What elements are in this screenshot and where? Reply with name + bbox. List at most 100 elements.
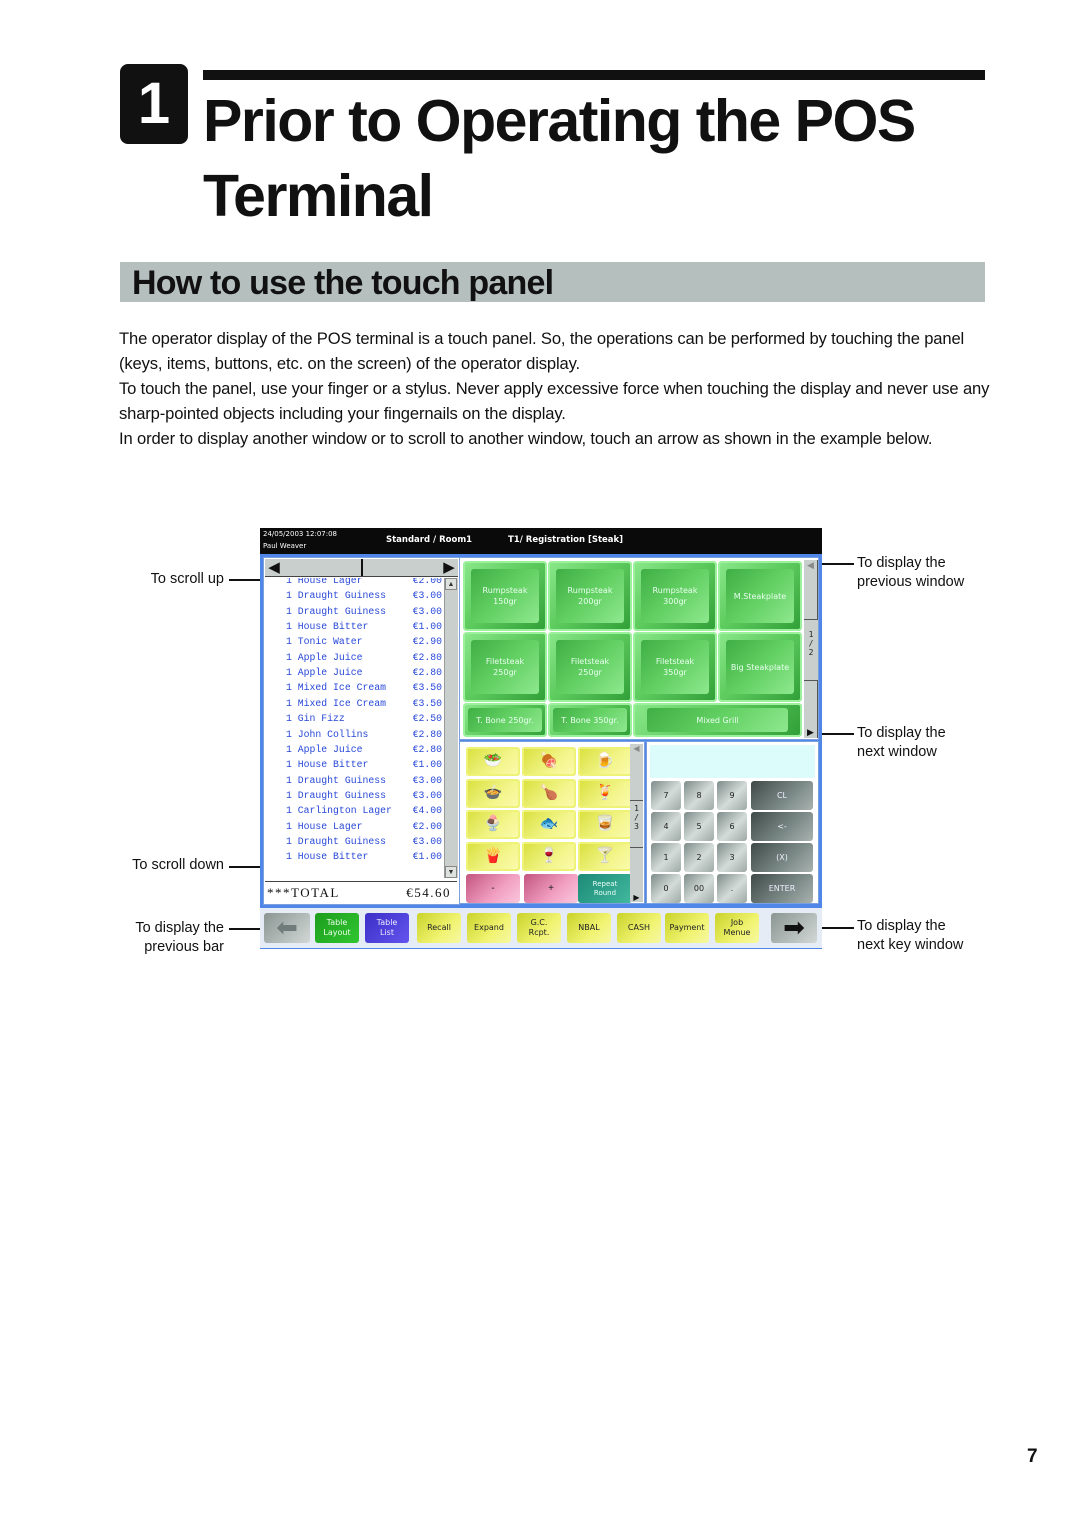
order-line[interactable]: 1 Carlington Lager €4.00 (286, 803, 442, 818)
callout-line: To display the (857, 918, 946, 934)
order-line[interactable]: 1 House Bitter €1.00 (286, 619, 442, 634)
icon-key[interactable]: 🍟 (466, 841, 520, 871)
numpad-function-key[interactable]: (X) (751, 843, 813, 872)
scroll-up-icon[interactable]: ▲ (445, 578, 457, 590)
numpad-key[interactable]: 00 (684, 874, 714, 903)
numpad-key[interactable]: 8 (684, 781, 714, 810)
item-key[interactable]: Big Steakplate (718, 632, 802, 702)
function-key[interactable]: Job Menue (715, 913, 759, 943)
order-line[interactable]: 1 Mixed Ice Cream €3.50 (286, 696, 442, 711)
order-line[interactable]: 1 Mixed Ice Cream €3.50 (286, 680, 442, 695)
pager-sep: / (634, 813, 639, 822)
order-line-item: Draught Guiness (297, 789, 386, 801)
icon-key[interactable]: 🥃 (578, 810, 632, 839)
order-vertical-scrollbar[interactable]: ▲ ▼ (444, 578, 458, 878)
order-line[interactable]: 1 House Lager €2.00 (286, 578, 442, 588)
previous-bar-button[interactable]: ⬅ (264, 913, 310, 943)
numpad-function-key[interactable]: ENTER (751, 874, 813, 903)
icon-key[interactable]: 🍖 (522, 747, 576, 776)
icon-key[interactable]: 🍹 (578, 778, 632, 808)
callout-scroll-up: To scroll up (150, 571, 224, 587)
function-key[interactable]: CASH (617, 913, 661, 943)
callout-previous-window: To display the previous window (857, 554, 997, 592)
order-line[interactable]: 1 Apple Juice €2.80 (286, 665, 442, 680)
order-line[interactable]: 1 Draught Guiness €3.00 (286, 834, 442, 849)
scroll-down-icon[interactable]: ▼ (445, 866, 457, 878)
function-key[interactable]: Payment (665, 913, 709, 943)
order-line[interactable]: 1 House Bitter €1.00 (286, 757, 442, 772)
item-key[interactable]: Mixed Grill (633, 703, 802, 737)
item-key[interactable]: M.Steakplate (718, 561, 802, 631)
next-window-button[interactable]: ▶ (804, 680, 818, 738)
order-line[interactable]: 1 Tonic Water €2.90 (286, 634, 442, 649)
icon-key[interactable]: 🐟 (522, 810, 576, 839)
numpad-key[interactable]: 0 (651, 874, 681, 903)
numpad-function-key[interactable]: CL (751, 781, 813, 810)
item-key[interactable]: Rumpsteak 150gr (463, 561, 547, 631)
order-line-item: Mixed Ice Cream (297, 682, 386, 694)
numpad-key[interactable]: 1 (651, 843, 681, 872)
order-line[interactable]: 1 Draught Guiness €3.00 (286, 788, 442, 803)
repeat-round-button[interactable]: Repeat Round (578, 874, 632, 903)
next-window-button[interactable]: ▶ (630, 847, 643, 902)
order-line[interactable]: 1 Apple Juice €2.80 (286, 742, 442, 757)
item-key[interactable]: Rumpsteak 300gr (633, 561, 717, 631)
numpad-key[interactable]: 4 (651, 812, 681, 841)
numpad-key[interactable]: 2 (684, 843, 714, 872)
order-line[interactable]: 1 House Bitter €1.00 (286, 849, 442, 864)
order-line[interactable]: 1 Draught Guiness €3.00 (286, 588, 442, 603)
previous-window-button[interactable]: ◀ (630, 744, 643, 801)
callout-line: To display the (857, 725, 946, 741)
numpad-key[interactable]: 6 (717, 812, 747, 841)
numpad-key[interactable]: . (717, 874, 747, 903)
order-line[interactable]: 1 John Collins €2.80 (286, 727, 442, 742)
function-key[interactable]: Table List (365, 913, 409, 943)
order-line[interactable]: 1 Draught Guiness €3.00 (286, 604, 442, 619)
item-key[interactable]: Rumpsteak 200gr (548, 561, 632, 631)
item-name: Big Steakplate (730, 662, 790, 672)
order-line-price: €4.00 (412, 805, 442, 817)
function-key[interactable]: Table Layout (315, 913, 359, 943)
item-key[interactable]: Filetsteak 250gr (463, 632, 547, 702)
minus-button[interactable]: - (466, 874, 520, 903)
order-line[interactable]: 1 Draught Guiness €3.00 (286, 773, 442, 788)
order-line[interactable]: 1 Gin Fizz €2.50 (286, 711, 442, 726)
item-name: Filetsteak (655, 657, 695, 666)
numpad-key[interactable]: 5 (684, 812, 714, 841)
icon-key[interactable]: 🥗 (466, 747, 520, 776)
icon-key[interactable]: 🍺 (578, 747, 632, 776)
item-key[interactable]: T. Bone 350gr. (548, 703, 632, 737)
function-key[interactable]: Expand (467, 913, 511, 943)
previous-window-button[interactable]: ◀ (804, 560, 818, 620)
numpad-key[interactable]: 7 (651, 781, 681, 810)
numpad-key[interactable]: 9 (717, 781, 747, 810)
item-key[interactable]: T. Bone 250gr. (463, 703, 547, 737)
item-key[interactable]: Filetsteak 250gr (548, 632, 632, 702)
plus-button[interactable]: + (524, 874, 578, 903)
numpad-function-key[interactable]: <- (751, 812, 813, 841)
scroll-right-icon[interactable]: ▶ (440, 559, 458, 576)
scroll-left-icon[interactable]: ◀ (265, 559, 283, 576)
icon-key[interactable]: 🍷 (522, 841, 576, 871)
icon-key[interactable]: 🍨 (466, 810, 520, 839)
pager-current: 1 (808, 630, 814, 639)
scroll-thumb[interactable] (361, 559, 363, 576)
item-key[interactable]: Filetsteak 350gr (633, 632, 717, 702)
icon-key[interactable]: 🍲 (466, 778, 520, 808)
item-size: 250gr (578, 668, 602, 677)
horizontal-scrollbar[interactable]: ◀ ▶ (265, 559, 458, 577)
order-line[interactable]: 1 Apple Juice €2.80 (286, 650, 442, 665)
chapter-number-badge: 1 (120, 64, 188, 144)
item-key-label: T. Bone 350gr. (553, 708, 627, 732)
function-key[interactable]: NBAL (567, 913, 611, 943)
numpad-key[interactable]: 3 (717, 843, 747, 872)
icon-key[interactable]: 🍗 (522, 778, 576, 808)
item-name: T. Bone 250gr. (476, 715, 534, 725)
icon-window-scrollbar[interactable]: ◀ 1 / 3 ▶ (630, 744, 643, 902)
item-window-scrollbar[interactable]: ◀ 1 / 2 ▶ (804, 560, 818, 738)
icon-key[interactable]: 🍸 (578, 841, 632, 871)
order-line[interactable]: 1 House Lager €2.00 (286, 819, 442, 834)
next-key-window-button[interactable]: ➡ (771, 913, 817, 943)
function-key[interactable]: Recall (417, 913, 461, 943)
function-key[interactable]: G.C. Rcpt. (517, 913, 561, 943)
